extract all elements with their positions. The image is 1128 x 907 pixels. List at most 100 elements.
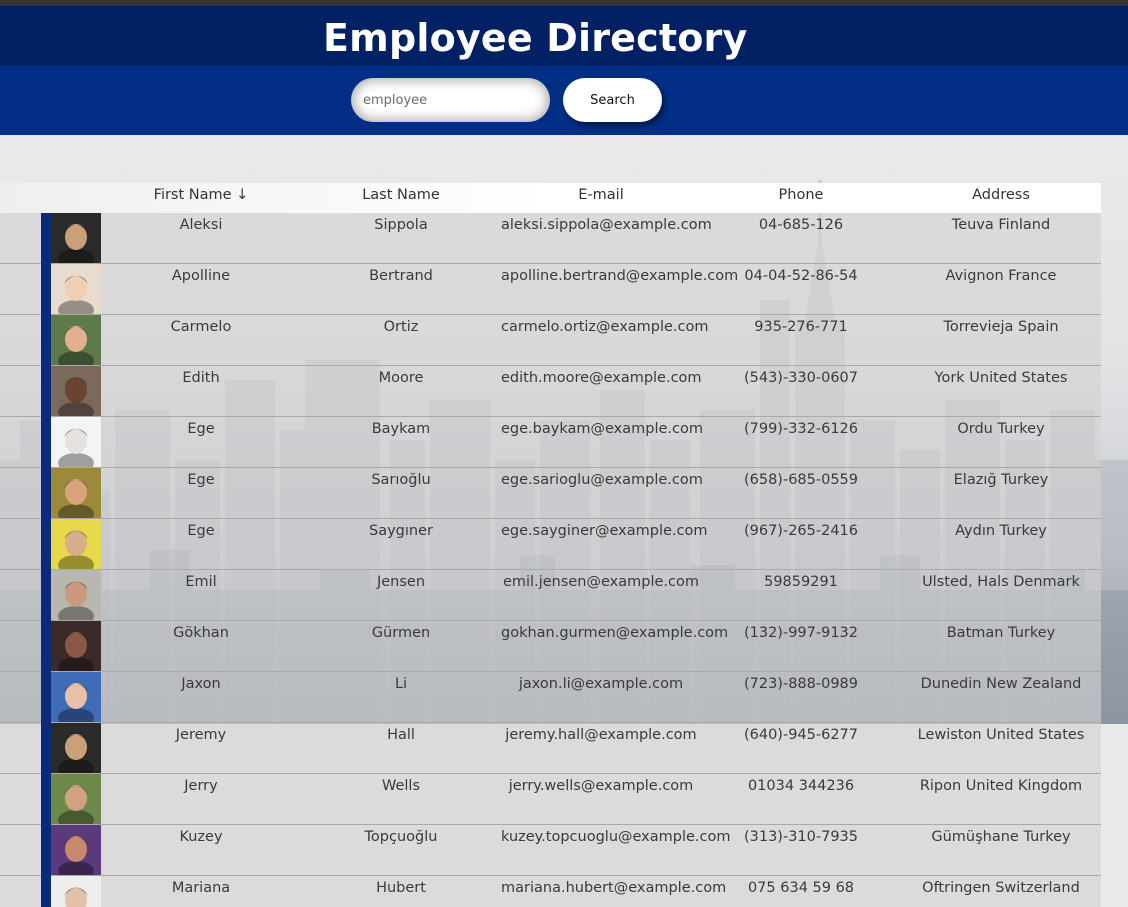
row-accent-bar bbox=[41, 213, 51, 264]
cell-address: Ordu Turkey bbox=[957, 421, 1045, 437]
cell-first-name: Carmelo bbox=[170, 319, 232, 335]
avatar bbox=[51, 774, 101, 824]
avatar bbox=[51, 672, 101, 722]
cell-last-name: Ortiz bbox=[383, 319, 419, 335]
page-title: Employee Directory bbox=[323, 16, 748, 60]
cell-address: Ulsted, Hals Denmark bbox=[922, 574, 1080, 590]
row-accent-bar bbox=[41, 825, 51, 876]
table-row: Aleksi Sippola aleksi.sippola@example.com 0… bbox=[0, 213, 1101, 264]
avatar bbox=[51, 723, 101, 773]
cell-phone: (543)-330-0607 bbox=[743, 370, 859, 386]
cell-address: Oftringen Switzerland bbox=[922, 880, 1080, 896]
cell-address: Aydın Turkey bbox=[955, 523, 1047, 539]
cell-phone: 04-685-126 bbox=[758, 217, 844, 233]
cell-email: mariana.hubert@example.com bbox=[501, 880, 727, 896]
avatar bbox=[51, 519, 101, 569]
cell-address: Torrevieja Spain bbox=[943, 319, 1059, 335]
cell-phone: (723)-888-0989 bbox=[743, 676, 859, 692]
search-input[interactable] bbox=[351, 78, 550, 122]
column-header-address: Address bbox=[972, 187, 1030, 203]
search-bar: Search bbox=[0, 66, 1128, 135]
avatar bbox=[51, 264, 101, 314]
cell-last-name: Wells bbox=[381, 778, 421, 794]
avatar bbox=[51, 570, 101, 620]
cell-address: York United States bbox=[934, 370, 1068, 386]
cell-phone: 075 634 59 68 bbox=[747, 880, 855, 896]
table-row: Edith Moore edith.moore@example.com (543)-3… bbox=[0, 366, 1101, 417]
row-accent-bar bbox=[41, 468, 51, 519]
row-accent-bar bbox=[41, 723, 51, 774]
avatar bbox=[51, 417, 101, 467]
avatar bbox=[51, 315, 101, 365]
cell-email: carmelo.ortiz@example.com bbox=[501, 319, 709, 335]
cell-address: Elazığ Turkey bbox=[953, 472, 1049, 488]
cell-email: ege.sayginer@example.com bbox=[501, 523, 708, 539]
row-accent-bar bbox=[41, 519, 51, 570]
table-row: Ege Saygıner ege.sayginer@example.com (967)… bbox=[0, 519, 1101, 570]
row-accent-bar bbox=[41, 774, 51, 825]
cell-phone: (313)-310-7935 bbox=[743, 829, 859, 845]
cell-email: kuzey.topcuoglu@example.com bbox=[501, 829, 731, 845]
cell-email: jeremy.hall@example.com bbox=[505, 727, 697, 743]
cell-first-name: Gökhan bbox=[173, 625, 229, 641]
cell-email: jerry.wells@example.com bbox=[508, 778, 694, 794]
column-header-last-name: Last Name bbox=[362, 187, 440, 203]
cell-phone: 01034 344236 bbox=[747, 778, 855, 794]
cell-address: Dunedin New Zealand bbox=[920, 676, 1082, 692]
cell-phone: (640)-945-6277 bbox=[743, 727, 859, 743]
search-button[interactable]: Search bbox=[563, 78, 662, 122]
cell-last-name: Jensen bbox=[376, 574, 426, 590]
cell-email: apolline.bertrand@example.com bbox=[501, 268, 739, 284]
cell-address: Ripon United Kingdom bbox=[919, 778, 1083, 794]
table-row: Carmelo Ortiz carmelo.ortiz@example.com 935… bbox=[0, 315, 1101, 366]
avatar bbox=[51, 621, 101, 671]
cell-address: Teuva Finland bbox=[951, 217, 1051, 233]
table-row: Gökhan Gürmen gokhan.gurmen@example.com (13… bbox=[0, 621, 1101, 672]
cell-email: aleksi.sippola@example.com bbox=[501, 217, 712, 233]
cell-phone: (967)-265-2416 bbox=[743, 523, 859, 539]
cell-last-name: Hall bbox=[387, 727, 415, 743]
cell-last-name: Saygıner bbox=[369, 523, 433, 539]
cell-phone: 59859291 bbox=[764, 574, 838, 590]
employee-table: First Name ↓ Last Name E-mail Phone Addr… bbox=[0, 183, 1101, 907]
cell-first-name: Mariana bbox=[171, 880, 231, 896]
cell-last-name: Baykam bbox=[371, 421, 431, 437]
row-accent-bar bbox=[41, 570, 51, 621]
cell-first-name: Ege bbox=[187, 421, 215, 437]
table-header: First Name ↓ Last Name E-mail Phone Addr… bbox=[0, 183, 1101, 213]
cell-email: jaxon.li@example.com bbox=[518, 676, 684, 692]
column-header-email: E-mail bbox=[578, 187, 624, 203]
table-row: Apolline Bertrand apolline.bertrand@exampl… bbox=[0, 264, 1101, 315]
cell-last-name: Gürmen bbox=[371, 625, 431, 641]
table-row: Jaxon Li jaxon.li@example.com (723)-888-098… bbox=[0, 672, 1101, 723]
row-accent-bar bbox=[41, 417, 51, 468]
table-row: Kuzey Topçuoğlu kuzey.topcuoglu@example.co… bbox=[0, 825, 1101, 876]
cell-address: Avignon France bbox=[945, 268, 1057, 284]
cell-phone: (658)-685-0559 bbox=[743, 472, 859, 488]
row-accent-bar bbox=[41, 672, 51, 723]
avatar bbox=[51, 213, 101, 263]
cell-first-name: Jeremy bbox=[175, 727, 227, 743]
table-row: Mariana Hubert mariana.hubert@example.com 0… bbox=[0, 876, 1101, 907]
cell-first-name: Aleksi bbox=[179, 217, 223, 233]
table-row: Ege Sarıoğlu ege.sarioglu@example.com (658)… bbox=[0, 468, 1101, 519]
cell-address: Gümüşhane Turkey bbox=[931, 829, 1071, 845]
cell-email: ege.baykam@example.com bbox=[501, 421, 703, 437]
cell-first-name: Ege bbox=[187, 523, 215, 539]
column-header-phone: Phone bbox=[778, 187, 824, 203]
table-body: Aleksi Sippola aleksi.sippola@example.com 0… bbox=[0, 213, 1101, 907]
cell-first-name: Kuzey bbox=[179, 829, 223, 845]
cell-last-name: Li bbox=[394, 676, 408, 692]
cell-address: Lewiston United States bbox=[917, 727, 1085, 743]
cell-first-name: Jaxon bbox=[181, 676, 221, 692]
cell-email: edith.moore@example.com bbox=[501, 370, 702, 386]
column-header-first-name[interactable]: First Name ↓ bbox=[101, 183, 301, 213]
cell-phone: 04-04-52-86-54 bbox=[744, 268, 858, 284]
row-accent-bar bbox=[41, 876, 51, 907]
cell-first-name: Edith bbox=[182, 370, 220, 386]
title-bar: Employee Directory bbox=[0, 6, 1128, 66]
avatar bbox=[51, 366, 101, 416]
table-row: Jerry Wells jerry.wells@example.com 01034 3… bbox=[0, 774, 1101, 825]
cell-last-name: Topçuoğlu bbox=[364, 829, 438, 845]
cell-phone: 935-276-771 bbox=[754, 319, 848, 335]
